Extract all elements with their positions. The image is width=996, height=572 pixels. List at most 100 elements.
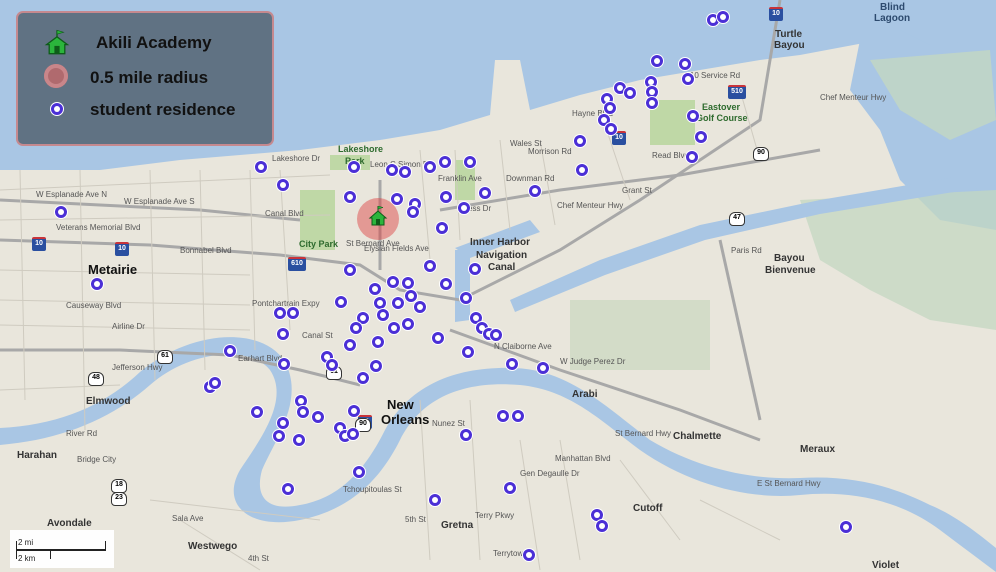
student-residence-marker[interactable] xyxy=(436,222,448,234)
label-westwego: Westwego xyxy=(188,541,238,552)
student-residence-marker[interactable] xyxy=(274,307,286,319)
student-residence-marker[interactable] xyxy=(370,360,382,372)
student-residence-marker[interactable] xyxy=(348,405,360,417)
student-residence-marker[interactable] xyxy=(624,87,636,99)
label-violet: Violet xyxy=(872,560,900,571)
student-residence-marker[interactable] xyxy=(293,434,305,446)
student-residence-marker[interactable] xyxy=(91,278,103,290)
label-airline: Airline Dr xyxy=(112,322,145,331)
label-city-park: City Park xyxy=(299,239,339,249)
student-residence-marker[interactable] xyxy=(344,339,356,351)
student-residence-marker[interactable] xyxy=(350,322,362,334)
student-residence-marker[interactable] xyxy=(387,276,399,288)
student-residence-marker[interactable] xyxy=(439,156,451,168)
student-residence-marker[interactable] xyxy=(576,164,588,176)
student-residence-marker[interactable] xyxy=(369,283,381,295)
student-residence-marker[interactable] xyxy=(464,156,476,168)
student-residence-marker[interactable] xyxy=(679,58,691,70)
shield-us61-a: 61 xyxy=(157,350,173,364)
label-river-rd: River Rd xyxy=(66,429,98,438)
student-residence-marker[interactable] xyxy=(840,521,852,533)
student-residence-marker[interactable] xyxy=(407,206,419,218)
student-residence-marker[interactable] xyxy=(277,417,289,429)
student-residence-marker[interactable] xyxy=(440,278,452,290)
scale-bar: 2 mi 2 km xyxy=(10,530,114,568)
label-pontchartrain: Pontchartrain Expy xyxy=(252,299,320,308)
student-residence-marker[interactable] xyxy=(504,482,516,494)
student-residence-marker[interactable] xyxy=(440,191,452,203)
student-residence-marker[interactable] xyxy=(695,131,707,143)
map[interactable]: New Orleans Metairie Lakeshore Park City… xyxy=(0,0,996,572)
student-residence-marker[interactable] xyxy=(326,359,338,371)
student-residence-marker[interactable] xyxy=(224,345,236,357)
student-residence-marker[interactable] xyxy=(497,410,509,422)
student-residence-marker[interactable] xyxy=(344,191,356,203)
student-residence-marker[interactable] xyxy=(353,466,365,478)
school-house-icon[interactable] xyxy=(368,206,388,226)
student-residence-marker[interactable] xyxy=(682,73,694,85)
student-residence-marker[interactable] xyxy=(374,297,386,309)
student-residence-marker[interactable] xyxy=(537,362,549,374)
student-residence-marker[interactable] xyxy=(405,290,417,302)
student-residence-marker[interactable] xyxy=(596,520,608,532)
student-residence-marker[interactable] xyxy=(432,332,444,344)
student-residence-marker[interactable] xyxy=(512,410,524,422)
student-residence-marker[interactable] xyxy=(605,123,617,135)
student-residence-marker[interactable] xyxy=(386,164,398,176)
student-residence-marker[interactable] xyxy=(604,102,616,114)
student-residence-marker[interactable] xyxy=(388,322,400,334)
student-residence-marker[interactable] xyxy=(344,264,356,276)
student-residence-marker[interactable] xyxy=(402,318,414,330)
student-residence-marker[interactable] xyxy=(469,263,481,275)
label-claiborne: N Claiborne Ave xyxy=(494,342,552,351)
student-residence-marker[interactable] xyxy=(347,428,359,440)
student-residence-marker[interactable] xyxy=(462,346,474,358)
student-residence-marker[interactable] xyxy=(372,336,384,348)
student-residence-marker[interactable] xyxy=(273,430,285,442)
student-residence-marker[interactable] xyxy=(490,329,502,341)
student-residence-marker[interactable] xyxy=(277,328,289,340)
label-turtle-bayou-2: Bayou xyxy=(774,40,805,51)
student-residence-marker[interactable] xyxy=(377,309,389,321)
student-residence-marker[interactable] xyxy=(277,179,289,191)
label-cutoff: Cutoff xyxy=(633,503,663,514)
student-residence-marker[interactable] xyxy=(399,166,411,178)
student-residence-marker[interactable] xyxy=(458,202,470,214)
student-residence-marker[interactable] xyxy=(460,429,472,441)
student-residence-marker[interactable] xyxy=(574,135,586,147)
student-residence-marker[interactable] xyxy=(287,307,299,319)
student-residence-marker[interactable] xyxy=(429,494,441,506)
student-residence-marker[interactable] xyxy=(424,260,436,272)
student-residence-marker[interactable] xyxy=(529,185,541,197)
student-residence-marker[interactable] xyxy=(392,297,404,309)
student-residence-marker[interactable] xyxy=(506,358,518,370)
student-residence-marker[interactable] xyxy=(686,151,698,163)
student-residence-marker[interactable] xyxy=(460,292,472,304)
student-residence-marker[interactable] xyxy=(348,161,360,173)
student-residence-marker[interactable] xyxy=(687,110,699,122)
label-meraux: Meraux xyxy=(800,444,836,455)
student-residence-marker[interactable] xyxy=(335,296,347,308)
student-residence-marker[interactable] xyxy=(209,377,221,389)
student-residence-marker[interactable] xyxy=(357,372,369,384)
student-residence-marker[interactable] xyxy=(312,411,324,423)
label-esplanade-s: W Esplanade Ave S xyxy=(124,197,195,206)
student-residence-marker[interactable] xyxy=(479,187,491,199)
student-residence-marker[interactable] xyxy=(55,206,67,218)
student-residence-marker[interactable] xyxy=(251,406,263,418)
student-residence-marker[interactable] xyxy=(282,483,294,495)
student-residence-marker[interactable] xyxy=(278,358,290,370)
student-residence-marker[interactable] xyxy=(402,277,414,289)
label-elysian: Elysian Fields Ave xyxy=(364,244,429,253)
student-residence-marker[interactable] xyxy=(646,97,658,109)
student-residence-marker[interactable] xyxy=(297,406,309,418)
label-downman: Downman Rd xyxy=(506,174,555,183)
student-residence-marker[interactable] xyxy=(523,549,535,561)
label-manhattan: Manhattan Blvd xyxy=(555,454,611,463)
label-franklin: Franklin Ave xyxy=(438,174,482,183)
student-residence-marker[interactable] xyxy=(651,55,663,67)
student-residence-marker[interactable] xyxy=(414,301,426,313)
student-residence-marker[interactable] xyxy=(717,11,729,23)
student-residence-marker[interactable] xyxy=(255,161,267,173)
student-residence-marker[interactable] xyxy=(424,161,436,173)
